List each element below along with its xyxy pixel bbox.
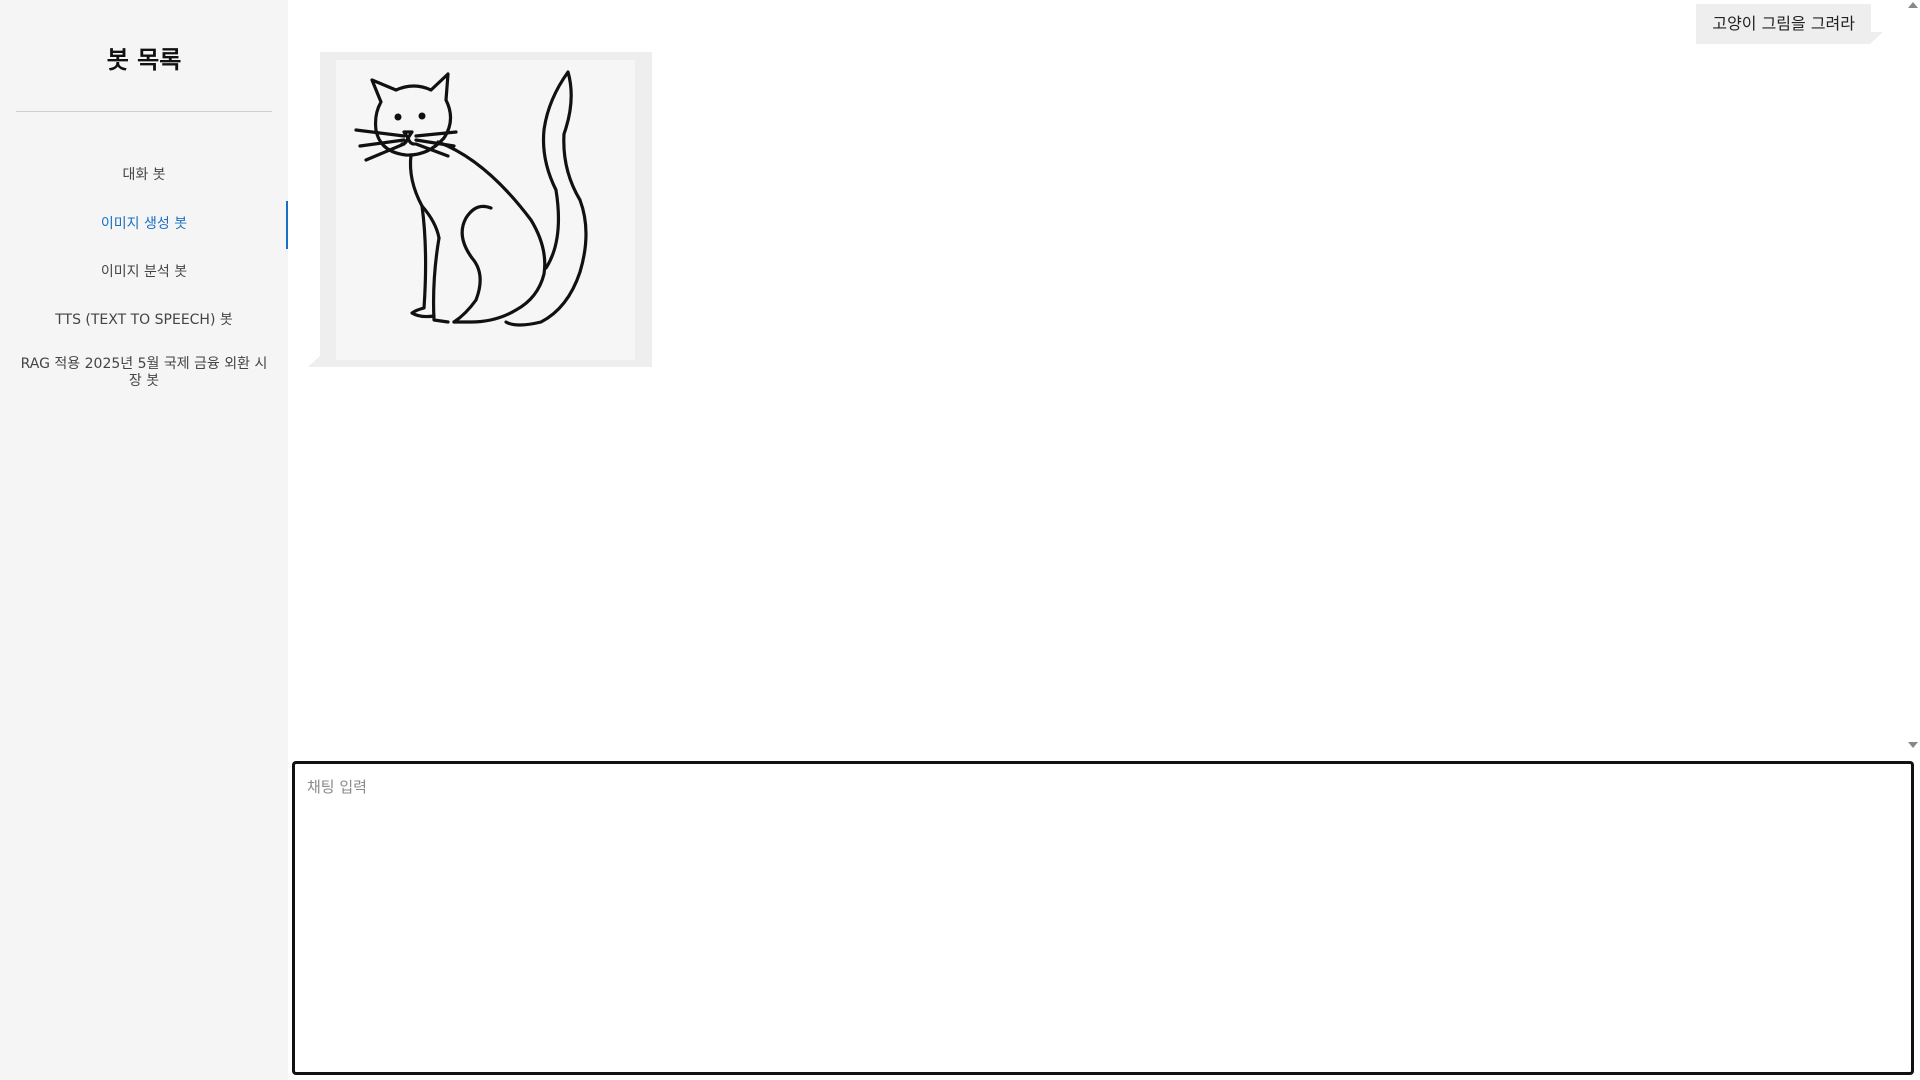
sidebar-item-image-generation-bot[interactable]: 이미지 생성 봇 [16,216,272,233]
scroll-up-arrow-icon[interactable] [1908,2,1918,8]
generated-cat-image [336,60,635,360]
user-message-bubble: 고양이 그림을 그려라 [1696,4,1871,44]
sidebar: 봇 목록 대화 봇 이미지 생성 봇 이미지 분석 봇 TTS (TEXT TO… [0,0,288,1080]
sidebar-item-rag-finance-bot[interactable]: RAG 적용 2025년 5월 국제 금융 외환 시장 봇 [16,356,272,390]
sidebar-item-tts-bot[interactable]: TTS (TEXT TO SPEECH) 봇 [16,312,272,329]
sidebar-item-image-analysis-bot[interactable]: 이미지 분석 봇 [16,264,272,281]
sidebar-title: 봇 목록 [106,46,182,74]
bot-bubble-tail [308,356,320,367]
app: 봇 목록 대화 봇 이미지 생성 봇 이미지 분석 봇 TTS (TEXT TO… [0,0,1920,1080]
cat-drawing-icon [354,70,588,327]
sidebar-item-chat-bot[interactable]: 대화 봇 [16,167,272,184]
chat-message-area[interactable]: 고양이 그림을 그려라 [288,0,1920,756]
chat-input[interactable] [292,761,1914,1075]
sidebar-divider [16,111,272,112]
user-bubble-tail [1871,32,1883,43]
scroll-down-arrow-icon[interactable] [1908,742,1918,748]
